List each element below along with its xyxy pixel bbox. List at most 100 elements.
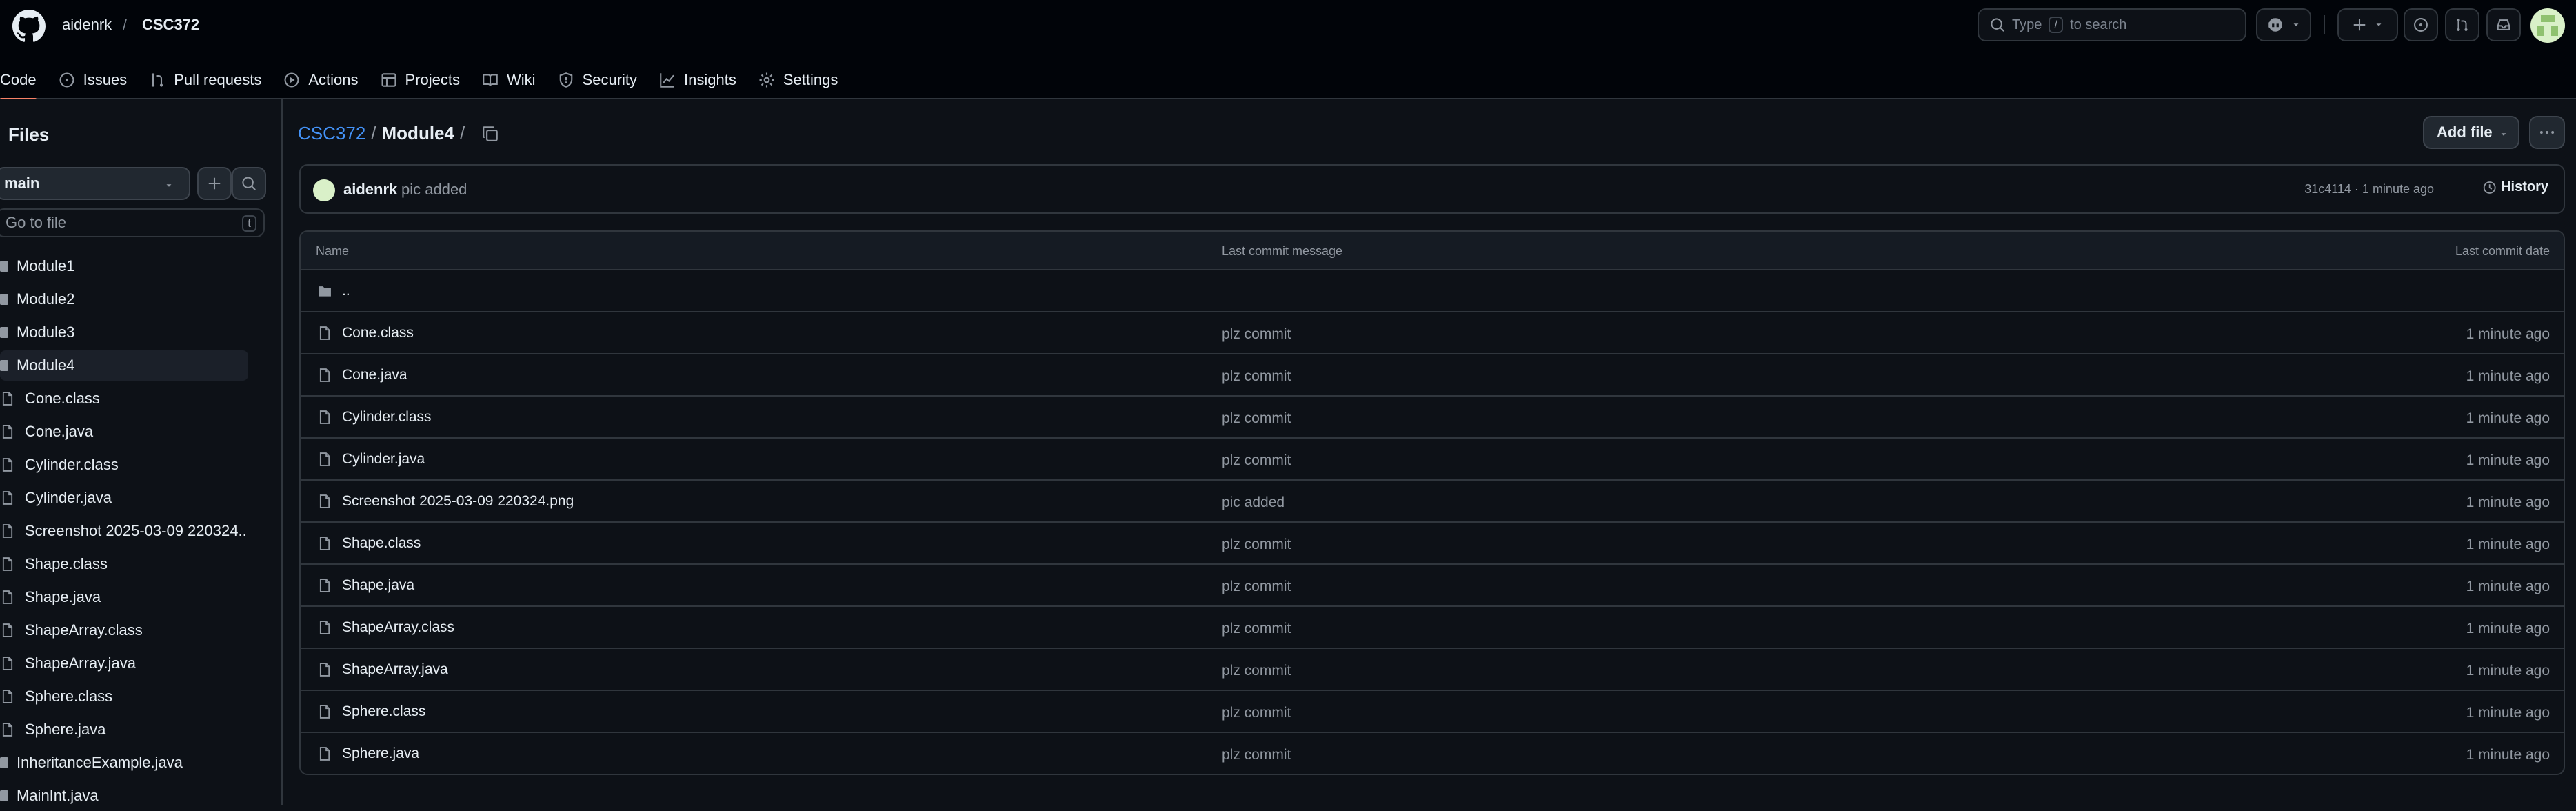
history-button[interactable]: History bbox=[2482, 179, 2548, 195]
github-logo-icon[interactable] bbox=[12, 10, 46, 43]
search-files-button[interactable] bbox=[232, 167, 266, 200]
tree-item-label: Sphere.class bbox=[25, 688, 113, 705]
commit-date: 1 minute ago bbox=[2466, 537, 2550, 552]
tab-issues[interactable]: Issues bbox=[48, 61, 139, 99]
copilot-button[interactable] bbox=[2256, 8, 2311, 41]
file-icon bbox=[2, 458, 13, 472]
tab-security[interactable]: Security bbox=[547, 61, 648, 99]
gear-icon bbox=[759, 72, 774, 88]
issue-icon bbox=[59, 72, 74, 88]
tree-item-file[interactable]: Shape.class bbox=[0, 549, 248, 579]
avatar[interactable] bbox=[313, 179, 335, 201]
tree-item-file[interactable]: MainInt.java bbox=[0, 781, 248, 811]
commit-message-link[interactable]: plz commit bbox=[1222, 621, 1291, 637]
commit-date: 1 minute ago bbox=[2466, 410, 2550, 426]
commit-date: 1 minute ago bbox=[2466, 747, 2550, 763]
file-icon bbox=[319, 663, 330, 677]
file-name-link[interactable]: Cone.class bbox=[342, 325, 414, 341]
tree-item-label: Shape.class bbox=[25, 555, 108, 572]
tab-actions[interactable]: Actions bbox=[272, 61, 369, 99]
column-header-date: Last commit date bbox=[2455, 244, 2550, 258]
tree-item-file[interactable]: Shape.java bbox=[0, 582, 248, 612]
tree-item-file[interactable]: Sphere.class bbox=[0, 681, 248, 712]
parent-directory-row[interactable]: .. bbox=[301, 270, 2564, 312]
file-name-link[interactable]: Sphere.java bbox=[342, 745, 419, 762]
tab-settings[interactable]: Settings bbox=[747, 61, 849, 99]
identicon-icon bbox=[2537, 15, 2558, 36]
go-to-file-shortcut-key: t bbox=[242, 215, 256, 232]
file-name-link[interactable]: Shape.java bbox=[342, 577, 414, 594]
tree-item-file[interactable]: ShapeArray.class bbox=[0, 615, 248, 645]
copy-path-icon[interactable] bbox=[481, 125, 499, 143]
commit-message-link[interactable]: plz commit bbox=[1222, 537, 1291, 553]
file-name-link[interactable]: Shape.class bbox=[342, 535, 421, 552]
file-name-link[interactable]: ShapeArray.java bbox=[342, 661, 448, 678]
add-file-label: Add file bbox=[2437, 123, 2493, 141]
parent-directory-link[interactable]: .. bbox=[342, 283, 350, 299]
commit-message-link[interactable]: plz commit bbox=[1222, 579, 1291, 595]
tab-label: Settings bbox=[783, 71, 838, 88]
file-name-link[interactable]: Cylinder.class bbox=[342, 409, 432, 425]
tree-item-module2[interactable]: Module2 bbox=[0, 284, 248, 314]
create-new-button[interactable] bbox=[2337, 8, 2398, 41]
add-file-button[interactable] bbox=[197, 167, 232, 200]
tree-item-file[interactable]: Cylinder.class bbox=[0, 450, 248, 480]
search-icon bbox=[1991, 18, 2004, 32]
tab-code[interactable]: Code bbox=[0, 61, 48, 101]
folder-icon bbox=[319, 286, 331, 297]
commit-message-link[interactable]: plz commit bbox=[1222, 663, 1291, 679]
tree-item-module4[interactable]: Module4 bbox=[0, 350, 248, 381]
more-options-button[interactable] bbox=[2529, 116, 2565, 149]
search-input[interactable]: Type / to search bbox=[1978, 8, 2246, 41]
commit-message[interactable]: pic added bbox=[401, 181, 467, 199]
file-name-link[interactable]: Cylinder.java bbox=[342, 451, 425, 468]
go-to-file-input[interactable]: Go to file t bbox=[0, 208, 265, 237]
add-file-dropdown[interactable]: Add file bbox=[2423, 116, 2519, 149]
table-row: Cylinder.java plz commit 1 minute ago bbox=[301, 439, 2564, 481]
repo-link[interactable]: CSC372 bbox=[142, 15, 199, 34]
owner-link[interactable]: aidenrk bbox=[62, 15, 112, 34]
commit-message-link[interactable]: pic added bbox=[1222, 494, 1285, 511]
pull-requests-button[interactable] bbox=[2445, 8, 2479, 41]
search-icon bbox=[242, 177, 256, 190]
tree-item-label: ShapeArray.class bbox=[25, 621, 143, 639]
commit-message-link[interactable]: plz commit bbox=[1222, 368, 1291, 385]
tab-insights[interactable]: Insights bbox=[648, 61, 747, 99]
tree-item-file[interactable]: Cone.class bbox=[0, 383, 248, 414]
file-table: Name Last commit message Last commit dat… bbox=[299, 230, 2565, 775]
tree-item-module1[interactable]: Module1 bbox=[0, 251, 248, 281]
tab-projects[interactable]: Projects bbox=[370, 61, 471, 99]
commit-date: 1 minute ago bbox=[2466, 579, 2550, 594]
tree-item-file[interactable]: Cone.java bbox=[0, 417, 248, 447]
tree-item-file[interactable]: InheritanceExample.java bbox=[0, 748, 248, 778]
file-icon bbox=[2, 690, 13, 703]
tree-item-file[interactable]: Sphere.java bbox=[0, 714, 248, 745]
file-icon bbox=[319, 326, 330, 340]
inbox-button[interactable] bbox=[2486, 8, 2521, 41]
tree-item-file[interactable]: ShapeArray.java bbox=[0, 648, 248, 679]
breadcrumb-separator: / bbox=[459, 123, 465, 143]
branch-selector[interactable]: main bbox=[0, 167, 190, 200]
file-name-link[interactable]: Sphere.class bbox=[342, 703, 425, 720]
tree-item-module3[interactable]: Module3 bbox=[0, 317, 248, 348]
file-icon bbox=[0, 790, 8, 801]
table-header: Name Last commit message Last commit dat… bbox=[301, 232, 2564, 270]
commit-message-link[interactable]: plz commit bbox=[1222, 747, 1291, 763]
commit-author[interactable]: aidenrk bbox=[343, 181, 397, 199]
tab-wiki[interactable]: Wiki bbox=[471, 61, 547, 99]
user-avatar[interactable] bbox=[2530, 8, 2565, 43]
file-name-link[interactable]: ShapeArray.class bbox=[342, 619, 454, 636]
file-name-link[interactable]: Cone.java bbox=[342, 367, 407, 383]
commit-message-link[interactable]: plz commit bbox=[1222, 410, 1291, 427]
tree-item-file[interactable]: Cylinder.java bbox=[0, 483, 248, 513]
commit-meta[interactable]: 31c4114 · 1 minute ago bbox=[2304, 182, 2434, 197]
commit-date: 1 minute ago bbox=[2466, 452, 2550, 468]
issues-button[interactable] bbox=[2404, 8, 2438, 41]
tree-item-file[interactable]: Screenshot 2025-03-09 220324.... bbox=[0, 516, 248, 546]
commit-message-link[interactable]: plz commit bbox=[1222, 326, 1291, 343]
tab-pull-requests[interactable]: Pull requests bbox=[138, 61, 272, 99]
file-name-link[interactable]: Screenshot 2025-03-09 220324.png bbox=[342, 493, 574, 510]
breadcrumb-repo-link[interactable]: CSC372 bbox=[298, 123, 365, 144]
commit-message-link[interactable]: plz commit bbox=[1222, 452, 1291, 469]
commit-message-link[interactable]: plz commit bbox=[1222, 705, 1291, 721]
